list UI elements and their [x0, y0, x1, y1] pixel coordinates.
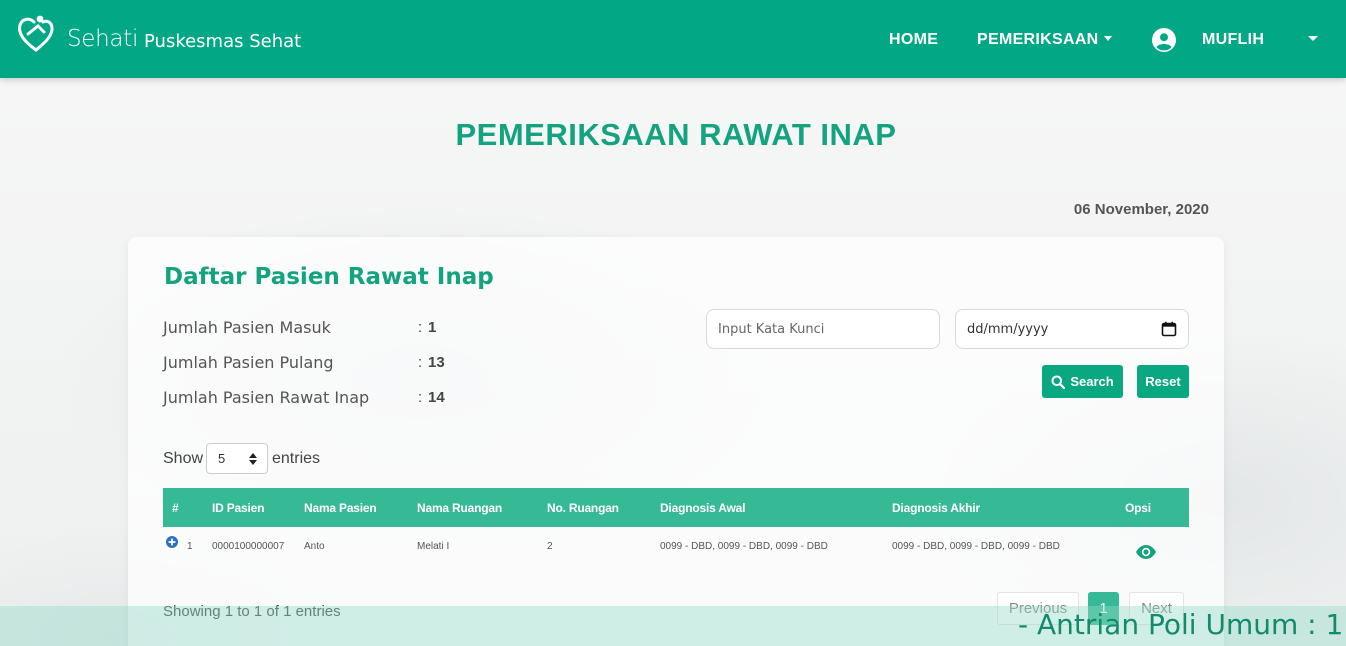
- table-header: # ID Pasien Nama Pasien Nama Ruangan No.…: [163, 488, 1189, 527]
- view-eye-icon[interactable]: [1135, 544, 1157, 560]
- stat-value-masuk: 1: [428, 319, 437, 336]
- cell-nama-pasien: Anto: [304, 541, 325, 552]
- stat-value-rawat-inap: 14: [428, 389, 445, 406]
- page-size-select[interactable]: 5: [206, 443, 268, 474]
- stat-label-masuk: Jumlah Pasien Masuk: [163, 318, 331, 337]
- calendar-icon[interactable]: [1161, 321, 1177, 337]
- cell-nama-ruangan: Melati I: [417, 541, 450, 552]
- nav-pemeriksaan-label: PEMERIKSAAN: [977, 31, 1099, 48]
- date-placeholder: dd/mm/yyyy: [967, 321, 1049, 337]
- search-button-label: Search: [1070, 374, 1114, 389]
- sehati-logo-icon[interactable]: [14, 12, 58, 56]
- search-button[interactable]: Search: [1042, 365, 1123, 398]
- column-header-nama-ruangan[interactable]: Nama Ruangan: [417, 501, 502, 515]
- stat-value-pulang: 13: [428, 354, 445, 371]
- nav-pemeriksaan-dropdown[interactable]: PEMERIKSAAN: [977, 31, 1112, 49]
- column-header-nama-pasien[interactable]: Nama Pasien: [304, 501, 377, 515]
- stat-colon: :: [418, 354, 423, 371]
- column-header-diagnosis-awal[interactable]: Diagnosis Awal: [660, 501, 745, 515]
- nav-user-name[interactable]: MUFLIH: [1202, 31, 1264, 49]
- entries-label: entries: [272, 450, 321, 467]
- user-circle-icon[interactable]: [1152, 28, 1176, 52]
- cell-no: 1: [187, 541, 193, 552]
- search-icon: [1051, 375, 1066, 389]
- nav-home-link[interactable]: HOME: [889, 31, 938, 49]
- patient-list-card: Daftar Pasien Rawat Inap Jumlah Pasien M…: [128, 237, 1224, 646]
- brand-subtitle: Puskesmas Sehat: [144, 31, 302, 52]
- brand-name[interactable]: Sehati: [67, 26, 138, 52]
- keyword-placeholder: Input Kata Kunci: [718, 321, 825, 337]
- page-size-value: 5: [218, 451, 226, 466]
- column-header-id-pasien[interactable]: ID Pasien: [212, 501, 264, 515]
- card-title: Daftar Pasien Rawat Inap: [164, 264, 494, 290]
- stat-label-pulang: Jumlah Pasien Pulang: [163, 353, 334, 372]
- keyword-search-input[interactable]: Input Kata Kunci: [706, 309, 940, 349]
- stat-colon: :: [418, 389, 423, 406]
- show-label: Show: [163, 450, 204, 467]
- select-arrows-icon: [249, 453, 257, 465]
- top-navbar: Sehati Puskesmas Sehat HOME PEMERIKSAAN …: [0, 0, 1346, 78]
- user-menu-chevron-icon[interactable]: [1308, 36, 1318, 41]
- date-filter-input[interactable]: dd/mm/yyyy: [955, 309, 1189, 349]
- cell-diagnosis-awal: 0099 - DBD, 0099 - DBD, 0099 - DBD: [660, 541, 828, 552]
- cell-diagnosis-akhir: 0099 - DBD, 0099 - DBD, 0099 - DBD: [892, 541, 1060, 552]
- cell-id-pasien: 0000100000007: [212, 541, 285, 552]
- column-header-no-ruangan[interactable]: No. Ruangan: [547, 501, 619, 515]
- chevron-down-icon: [1103, 36, 1112, 41]
- table-row: 1 0000100000007 Anto Melati I 2 0099 - D…: [163, 527, 1189, 577]
- column-header-diagnosis-akhir[interactable]: Diagnosis Akhir: [892, 501, 980, 515]
- current-date: 06 November, 2020: [1073, 201, 1209, 218]
- reset-button[interactable]: Reset: [1137, 365, 1189, 398]
- stat-label-rawat-inap: Jumlah Pasien Rawat Inap: [163, 388, 370, 407]
- column-header-no[interactable]: #: [172, 501, 179, 515]
- stat-colon: :: [418, 319, 423, 336]
- queue-marquee-text: - Antrian Poli Umum : 1: [1018, 608, 1344, 641]
- expand-row-icon[interactable]: [165, 535, 179, 549]
- page-title: PEMERIKSAAN RAWAT INAP: [455, 117, 897, 152]
- cell-no-ruangan: 2: [547, 541, 553, 552]
- column-header-opsi[interactable]: Opsi: [1125, 501, 1151, 515]
